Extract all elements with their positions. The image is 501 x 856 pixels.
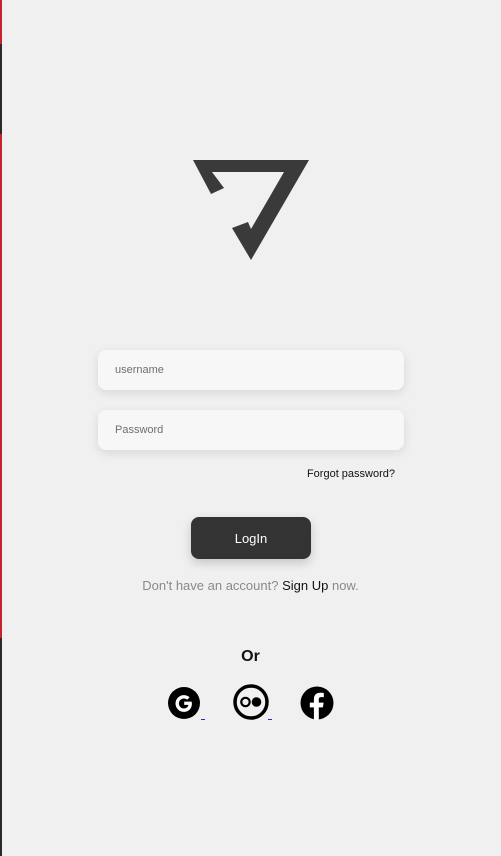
password-input[interactable] — [98, 410, 404, 450]
google-login-link[interactable] — [167, 686, 201, 725]
edge-accent-middle — [0, 134, 2, 638]
or-divider-label: Or — [241, 648, 260, 665]
google-link-underline — [201, 719, 205, 720]
facebook-login-link[interactable] — [300, 686, 334, 725]
signup-link[interactable]: Sign Up — [282, 578, 328, 593]
edge-dark-top — [0, 44, 2, 134]
google-icon — [168, 687, 200, 719]
signup-prompt: Don't have an account? Sign Up now. — [0, 578, 501, 593]
edge-accent-top — [0, 0, 2, 44]
brand-logo — [193, 160, 309, 260]
username-input[interactable] — [98, 350, 404, 390]
forgot-password-link[interactable]: Forgot password? — [307, 468, 395, 480]
signup-suffix: now. — [331, 578, 359, 593]
facebook-icon — [300, 686, 334, 720]
flickr-login-link[interactable] — [233, 684, 269, 725]
signup-prefix: Don't have an account? — [142, 578, 279, 593]
flickr-link-underline — [268, 719, 272, 720]
flickr-icon — [233, 684, 269, 720]
edge-dark-bottom — [0, 638, 2, 856]
login-button[interactable]: LogIn — [191, 517, 311, 559]
